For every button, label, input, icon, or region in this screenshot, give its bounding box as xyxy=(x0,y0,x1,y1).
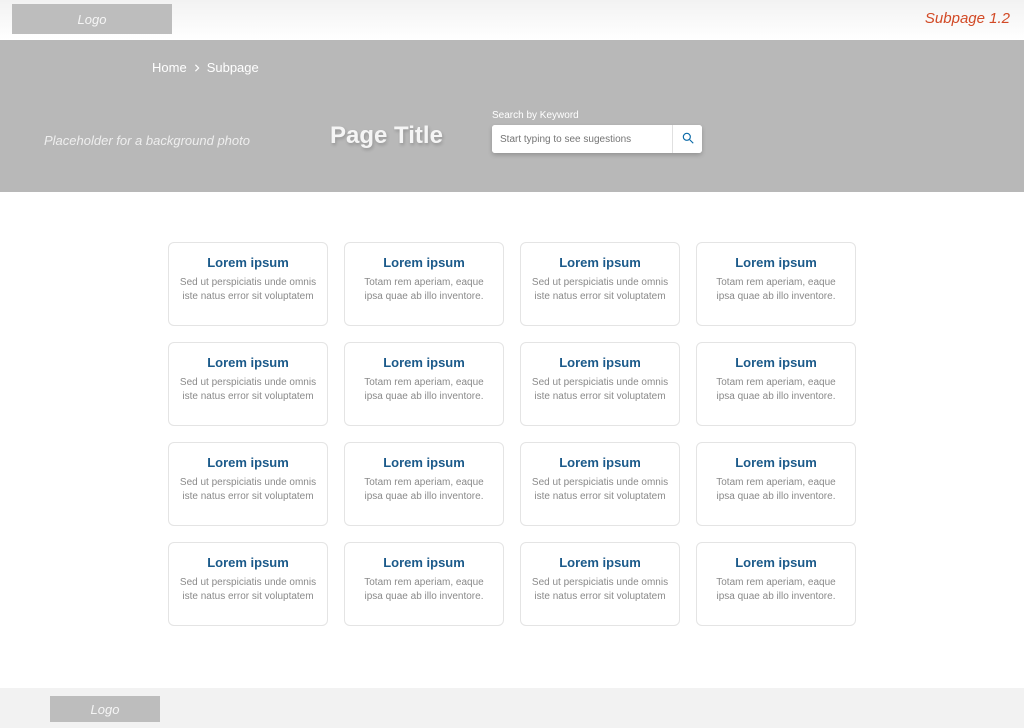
card-body: Sed ut perspiciatis unde omnis iste natu… xyxy=(179,576,317,603)
card-title: Lorem ipsum xyxy=(355,455,493,470)
breadcrumb-current: Subpage xyxy=(207,60,259,75)
card-title: Lorem ipsum xyxy=(355,555,493,570)
card-body: Totam rem aperiam, eaque ipsa quae ab il… xyxy=(707,276,845,303)
card-title: Lorem ipsum xyxy=(531,255,669,270)
logo-text: Logo xyxy=(78,12,107,27)
card-title: Lorem ipsum xyxy=(355,355,493,370)
content-card[interactable]: Lorem ipsum Sed ut perspiciatis unde omni… xyxy=(520,542,680,626)
card-title: Lorem ipsum xyxy=(179,455,317,470)
card-body: Sed ut perspiciatis unde omnis iste natu… xyxy=(531,376,669,403)
content-card[interactable]: Lorem ipsum Totam rem aperiam, eaque ipsa… xyxy=(696,442,856,526)
breadcrumb: Home Subpage xyxy=(152,60,259,75)
footer-logo-text: Logo xyxy=(91,702,120,717)
card-title: Lorem ipsum xyxy=(707,255,845,270)
page-version-label: Subpage 1.2 xyxy=(925,10,1010,27)
content-card[interactable]: Lorem ipsum Sed ut perspiciatis unde omni… xyxy=(168,242,328,326)
card-body: Sed ut perspiciatis unde omnis iste natu… xyxy=(179,476,317,503)
content-card[interactable]: Lorem ipsum Sed ut perspiciatis unde omni… xyxy=(520,342,680,426)
card-body: Totam rem aperiam, eaque ipsa quae ab il… xyxy=(707,576,845,603)
footer-logo[interactable]: Logo xyxy=(50,696,160,722)
chevron-right-icon xyxy=(193,60,201,75)
card-body: Totam rem aperiam, eaque ipsa quae ab il… xyxy=(707,476,845,503)
card-body: Sed ut perspiciatis unde omnis iste natu… xyxy=(179,276,317,303)
search-input[interactable] xyxy=(492,125,672,153)
search-label: Search by Keyword xyxy=(492,110,702,121)
hero-banner: Home Subpage Placeholder for a backgroun… xyxy=(0,40,1024,192)
card-body: Sed ut perspiciatis unde omnis iste natu… xyxy=(179,376,317,403)
card-title: Lorem ipsum xyxy=(707,555,845,570)
card-title: Lorem ipsum xyxy=(531,555,669,570)
card-title: Lorem ipsum xyxy=(179,555,317,570)
content-card[interactable]: Lorem ipsum Totam rem aperiam, eaque ipsa… xyxy=(344,242,504,326)
search-block: Search by Keyword xyxy=(492,110,702,153)
page-title: Page Title xyxy=(330,122,443,150)
content-card[interactable]: Lorem ipsum Totam rem aperiam, eaque ipsa… xyxy=(344,342,504,426)
content-card[interactable]: Lorem ipsum Sed ut perspiciatis unde omni… xyxy=(168,342,328,426)
card-body: Sed ut perspiciatis unde omnis iste natu… xyxy=(531,276,669,303)
card-body: Totam rem aperiam, eaque ipsa quae ab il… xyxy=(355,376,493,403)
search-box xyxy=(492,125,702,153)
search-icon xyxy=(681,131,695,148)
content-card[interactable]: Lorem ipsum Totam rem aperiam, eaque ipsa… xyxy=(344,442,504,526)
card-body: Sed ut perspiciatis unde omnis iste natu… xyxy=(531,576,669,603)
card-body: Totam rem aperiam, eaque ipsa quae ab il… xyxy=(707,376,845,403)
content-card[interactable]: Lorem ipsum Totam rem aperiam, eaque ipsa… xyxy=(696,542,856,626)
card-title: Lorem ipsum xyxy=(707,355,845,370)
card-title: Lorem ipsum xyxy=(531,355,669,370)
card-body: Totam rem aperiam, eaque ipsa quae ab il… xyxy=(355,476,493,503)
content-card[interactable]: Lorem ipsum Totam rem aperiam, eaque ipsa… xyxy=(696,342,856,426)
card-title: Lorem ipsum xyxy=(707,455,845,470)
content-card[interactable]: Lorem ipsum Sed ut perspiciatis unde omni… xyxy=(168,542,328,626)
logo[interactable]: Logo xyxy=(12,4,172,34)
search-button[interactable] xyxy=(672,125,702,153)
hero-bg-placeholder: Placeholder for a background photo xyxy=(44,133,250,148)
card-title: Lorem ipsum xyxy=(531,455,669,470)
card-body: Sed ut perspiciatis unde omnis iste natu… xyxy=(531,476,669,503)
content-card[interactable]: Lorem ipsum Totam rem aperiam, eaque ipsa… xyxy=(696,242,856,326)
content-card[interactable]: Lorem ipsum Sed ut perspiciatis unde omni… xyxy=(520,242,680,326)
breadcrumb-home[interactable]: Home xyxy=(152,60,187,75)
card-title: Lorem ipsum xyxy=(179,255,317,270)
topbar: Logo Subpage 1.2 xyxy=(0,0,1024,40)
content-card[interactable]: Lorem ipsum Totam rem aperiam, eaque ipsa… xyxy=(344,542,504,626)
card-body: Totam rem aperiam, eaque ipsa quae ab il… xyxy=(355,276,493,303)
content-card[interactable]: Lorem ipsum Sed ut perspiciatis unde omni… xyxy=(168,442,328,526)
card-body: Totam rem aperiam, eaque ipsa quae ab il… xyxy=(355,576,493,603)
card-title: Lorem ipsum xyxy=(179,355,317,370)
card-title: Lorem ipsum xyxy=(355,255,493,270)
footer: Logo xyxy=(0,688,1024,728)
card-grid: Lorem ipsum Sed ut perspiciatis unde omni… xyxy=(168,242,856,626)
content-card[interactable]: Lorem ipsum Sed ut perspiciatis unde omni… xyxy=(520,442,680,526)
